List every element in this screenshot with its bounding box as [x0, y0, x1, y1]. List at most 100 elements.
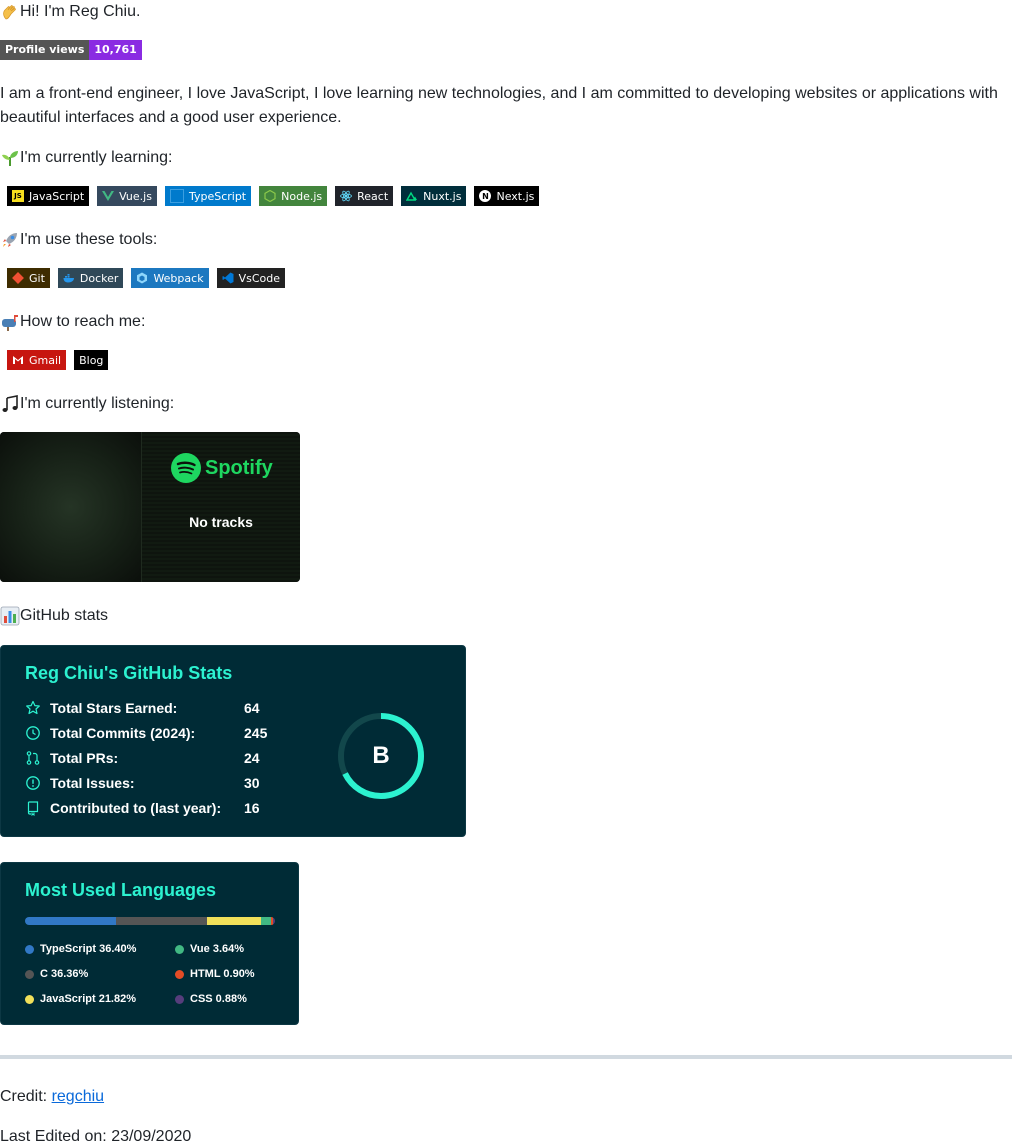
badge-label: Gmail [29, 353, 62, 367]
badge-react[interactable]: React [335, 186, 394, 206]
spotify-info: Spotify No tracks [142, 432, 300, 582]
top-languages-title: Most Used Languages [25, 880, 217, 900]
learning-heading: I'm currently learning: [0, 148, 172, 168]
language-color-dot [25, 944, 34, 954]
webpack-icon [136, 272, 148, 284]
mailbox-icon [0, 312, 20, 332]
badge-label: React [357, 189, 389, 203]
language-legend-item: C 36.36% [25, 967, 88, 981]
language-label: TypeScript 36.40% [40, 943, 137, 955]
greeting-line: Hi! I'm Reg Chiu. [0, 2, 140, 22]
language-label: HTML 0.90% [190, 968, 255, 980]
reach-heading-text: How to reach me: [20, 313, 146, 330]
top-languages-card: Most Used Languages TypeScript 36.40% C 3… [0, 862, 299, 1025]
grade-letter: B [372, 742, 390, 769]
language-label: JavaScript 21.82% [40, 993, 137, 1005]
stat-label: Total Stars Earned: [50, 700, 178, 716]
react-icon [340, 190, 353, 202]
music-note-icon [0, 394, 20, 414]
horizontal-divider [0, 1055, 1012, 1059]
docker-icon [63, 272, 75, 284]
stat-value: 64 [244, 700, 260, 716]
tools-heading: I'm use these tools: [0, 230, 157, 250]
language-bar-segment [206, 917, 262, 925]
tools-badges: Git Docker Webpack VsCode [7, 268, 285, 288]
stat-row-contributed: Contributed to (last year): 16 [25, 798, 260, 818]
repo-icon [25, 800, 41, 816]
pull-request-icon [25, 750, 41, 766]
badge-typescript[interactable]: TypeScript [164, 186, 252, 206]
language-legend-item: HTML 0.90% [175, 967, 255, 981]
language-legend-item: TypeScript 36.40% [25, 942, 136, 956]
last-edited-text: Last Edited on: 23/09/2020 [0, 1128, 192, 1145]
listening-heading-text: I'm currently listening: [20, 395, 175, 412]
stat-value: 245 [244, 725, 268, 741]
next-icon: N [479, 190, 492, 202]
credit-line: Credit: regchiu [0, 1087, 104, 1107]
badge-next[interactable]: N Next.js [474, 186, 540, 206]
language-label: C 36.36% [40, 968, 89, 980]
listening-heading: I'm currently listening: [0, 394, 174, 414]
language-legend-item: Vue 3.64% [175, 942, 244, 956]
javascript-icon: JS [12, 190, 24, 202]
stat-row-issues: Total Issues: 30 [25, 773, 260, 793]
badge-webpack[interactable]: Webpack [131, 268, 209, 288]
learning-heading-text: I'm currently learning: [20, 149, 173, 166]
profile-views-label: Profile views [0, 40, 90, 60]
history-icon [25, 725, 41, 741]
profile-views-count: 10,761 [89, 40, 142, 60]
language-bar-segment [116, 917, 207, 925]
stat-label: Total PRs: [50, 750, 119, 766]
nuxt-icon [406, 190, 418, 202]
language-color-dot [175, 994, 184, 1004]
github-stats-heading: GitHub stats [0, 606, 108, 626]
node-icon [264, 190, 276, 202]
badge-blog[interactable]: Blog [74, 350, 109, 370]
language-bar-segment [261, 917, 271, 925]
badge-label: Node.js [281, 189, 323, 203]
badge-vue[interactable]: Vue.js [97, 186, 157, 206]
intro-paragraph: I am a front-end engineer, I love JavaSc… [0, 85, 998, 126]
badge-label: Nuxt.js [423, 189, 462, 203]
seedling-icon [0, 148, 20, 168]
album-art-placeholder [0, 432, 142, 582]
spotify-now-playing-card[interactable]: Spotify No tracks [0, 432, 300, 582]
languages-progress-bar [25, 917, 275, 925]
stat-label: Contributed to (last year): [50, 800, 222, 816]
language-color-dot [175, 944, 184, 954]
badge-label: Webpack [153, 271, 204, 285]
stat-value: 24 [244, 750, 260, 766]
language-bar-segment [25, 917, 116, 925]
git-icon [12, 272, 24, 284]
profile-views-badge: Profile views 10,761 [0, 40, 142, 60]
badge-label: Next.js [496, 189, 535, 203]
badge-gmail[interactable]: Gmail [7, 350, 67, 370]
badge-label: VsCode [238, 271, 280, 285]
tools-heading-text: I'm use these tools: [20, 231, 158, 248]
github-stats-heading-text: GitHub stats [20, 607, 109, 624]
badge-label: TypeScript [188, 189, 247, 203]
badge-label: Vue.js [119, 189, 152, 203]
language-color-dot [25, 994, 34, 1004]
badge-javascript[interactable]: JS JavaScript [7, 186, 90, 206]
language-color-dot [25, 969, 34, 979]
badge-docker[interactable]: Docker [57, 268, 124, 288]
reach-badges: Gmail Blog [7, 350, 109, 370]
badge-vscode[interactable]: VsCode [216, 268, 285, 288]
greeting-text: Hi! I'm Reg Chiu. [20, 3, 141, 20]
badge-node[interactable]: Node.js [259, 186, 328, 206]
reach-heading: How to reach me: [0, 312, 145, 332]
badge-git[interactable]: Git [7, 268, 50, 288]
credit-link[interactable]: regchiu [52, 1088, 104, 1105]
badge-label: Docker [79, 271, 119, 285]
badge-label: Blog [79, 353, 104, 367]
badge-nuxt[interactable]: Nuxt.js [401, 186, 467, 206]
bar-chart-icon [0, 606, 20, 626]
vue-icon [102, 190, 115, 202]
typescript-icon [169, 189, 184, 203]
spotify-logo: Spotify [171, 453, 273, 483]
learning-badges: JS JavaScript Vue.js TypeScript Node.js … [7, 186, 540, 206]
stat-row-stars: Total Stars Earned: 64 [25, 698, 260, 718]
stat-label: Total Issues: [50, 775, 135, 791]
github-stats-card: Reg Chiu's GitHub Stats Total Stars Earn… [0, 645, 466, 837]
